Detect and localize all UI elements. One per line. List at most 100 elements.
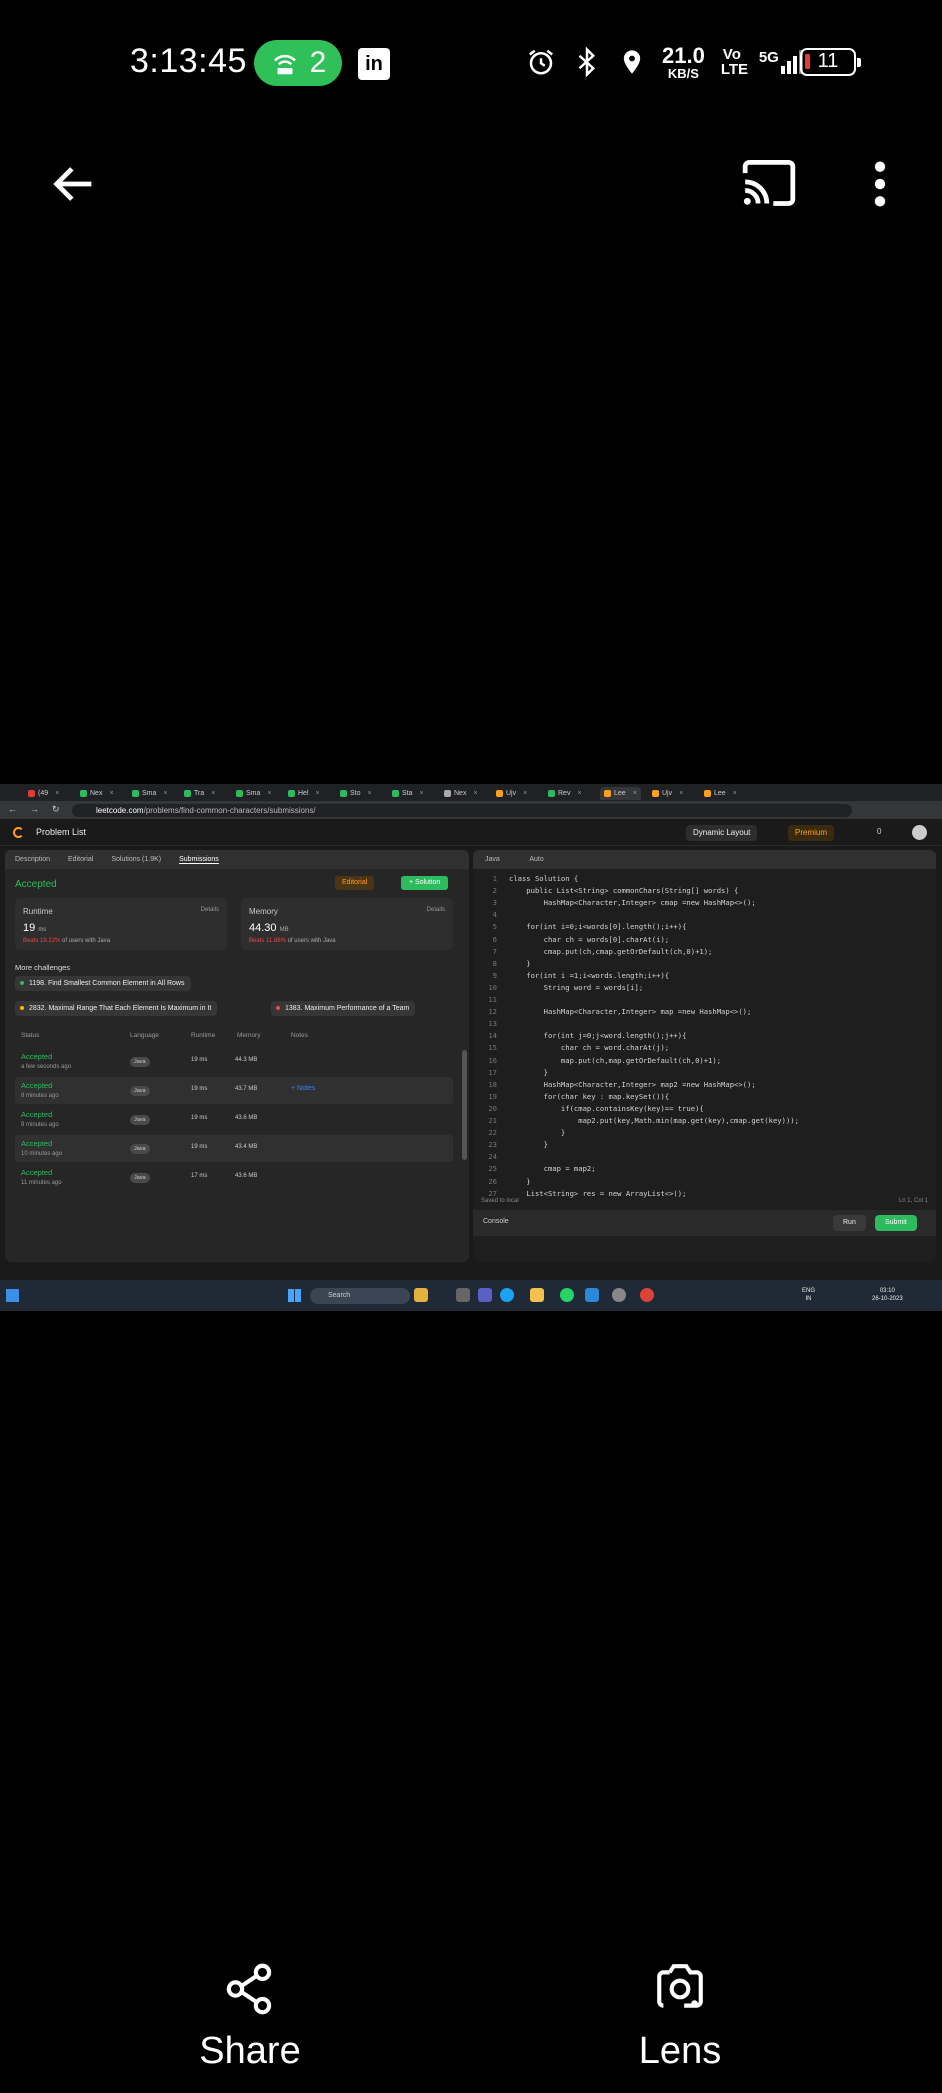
browser-tab-label: Sma (142, 790, 157, 797)
region-code: IN (805, 1295, 812, 1302)
line-number: 9 (492, 970, 497, 980)
taskbar-search-label: Search (328, 1292, 351, 1299)
submission-memory: 43.4 MB (235, 1144, 258, 1150)
hotspot-count: 2 (309, 46, 327, 79)
code-line: cmap = map2; (509, 1164, 596, 1174)
code-line: map.put(ch,map.getOrDefault(ch,0)+1); (509, 1055, 722, 1065)
share-label: Share (199, 2030, 301, 2072)
dynamic-layout-button: Dynamic Layout (686, 825, 758, 841)
line-number: 26 (488, 1176, 497, 1186)
code-line: HashMap<Character,Integer> map2 =new Has… (509, 1079, 756, 1089)
code-line: class Solution { (509, 874, 579, 883)
browser-tab: Hel × (288, 787, 320, 800)
line-number: 5 (492, 922, 497, 932)
teams-icon (478, 1288, 492, 1302)
line-number: 19 (488, 1091, 497, 1101)
line-number: 20 (488, 1103, 497, 1113)
code-line: for(int j=0;j<word.length();j++){ (509, 1031, 687, 1041)
browser-tab: Tra × (184, 787, 215, 800)
col-language: Language (130, 1032, 159, 1039)
code-line: if(cmap.containsKey(key)== true){ (509, 1103, 704, 1113)
browser-tab: Sma × (236, 787, 272, 800)
whatsapp-icon (560, 1288, 574, 1302)
browser-tab: Nex × (80, 787, 114, 800)
network-type-label: 5G (758, 49, 779, 66)
tab-favicon-icon (392, 790, 399, 797)
submission-memory: 43.6 MB (235, 1115, 258, 1121)
more-challenges-title: More challenges (15, 963, 71, 972)
tab-close-icon: × (577, 790, 582, 797)
share-button[interactable]: Share (190, 1962, 310, 2072)
line-number: 16 (488, 1055, 497, 1065)
tab-favicon-icon (132, 790, 139, 797)
language-select: Java (485, 856, 500, 863)
browser-tab-label: Sta (402, 790, 413, 797)
tab-solutions: Solutions (1.9K) (111, 856, 162, 863)
line-number: 8 (492, 958, 497, 968)
memory-card: Memory Details 44.30 MB Beats 11.88% of … (241, 898, 453, 950)
network-speed-unit: KB/S (667, 65, 699, 81)
submission-time: 9 minutes ago (21, 1122, 59, 1128)
submission-memory: 43.6 MB (235, 1173, 258, 1179)
clock: 3:13:45 (130, 42, 247, 80)
tab-close-icon: × (109, 790, 114, 797)
taskbar-date: 26-10-2023 (872, 1295, 903, 1302)
memory-value: 44.30 (249, 922, 277, 934)
line-number: 13 (488, 1019, 497, 1029)
back-button[interactable] (48, 158, 100, 210)
memory-title: Memory (249, 907, 278, 916)
line-number: 25 (488, 1164, 497, 1174)
tab-close-icon: × (163, 790, 168, 797)
line-number: 18 (488, 1079, 497, 1089)
browser-tab-label: Ujv (506, 790, 517, 797)
back-arrow-icon (53, 167, 92, 201)
code-line: cmap.put(ch,cmap.getOrDefault(ch,0)+1); (509, 946, 713, 956)
scrollbar (462, 1050, 467, 1160)
leetcode-logo-icon (13, 827, 24, 838)
streak-count: 0 (877, 827, 882, 836)
code-line: } (509, 958, 531, 968)
hotspot-indicator[interactable]: 2 (254, 40, 342, 86)
app-icon (585, 1288, 599, 1302)
saved-status: Saved to local (481, 1198, 519, 1204)
runtime-beats-suffix: of users with Java (62, 938, 111, 944)
submission-language: Java (130, 1144, 150, 1154)
submission-status: Accepted (21, 1168, 53, 1177)
code-line: HashMap<Character,Integer> map =new Hash… (509, 1007, 752, 1017)
taskbar-app-icon (414, 1288, 428, 1302)
lens-button[interactable]: Lens (620, 1962, 740, 2072)
tab-favicon-icon (444, 790, 451, 797)
submission-time: a few seconds ago (21, 1064, 72, 1070)
submission-runtime: 19 ms (191, 1057, 208, 1063)
console-bar: Console Run Submit (473, 1210, 936, 1236)
runtime-value: 19 (23, 922, 36, 934)
line-number: 15 (488, 1043, 497, 1053)
code-line: public List<String> commonChars(String[]… (509, 886, 739, 896)
submission-row: Accepted 9 minutes ago Java 19 ms 43.6 MB (15, 1106, 453, 1133)
problem-tabs: Description Editorial Solutions (1.9K) S… (5, 850, 469, 869)
widgets-icon (6, 1289, 19, 1302)
problem-list-link: Problem List (36, 827, 87, 837)
browser-toolbar: ← → ↻ leetcode.com/problems/find-common-… (0, 801, 942, 819)
more-options-button[interactable] (860, 158, 900, 210)
memory-beats: Beats 11.88% (249, 938, 286, 944)
col-runtime: Runtime (191, 1032, 216, 1039)
submission-language: Java (130, 1057, 150, 1067)
autocomplete-mode: Auto (529, 856, 544, 863)
browser-tab-label: Tra (194, 790, 205, 797)
memory-beats-suffix: of users with Java (287, 938, 336, 944)
tab-favicon-icon (652, 790, 659, 797)
edge-icon (500, 1288, 514, 1302)
chrome-icon (640, 1288, 654, 1302)
lens-icon (657, 1964, 703, 2008)
submission-language: Java (130, 1173, 150, 1183)
submission-status: Accepted (21, 1081, 53, 1090)
line-number: 22 (488, 1128, 497, 1138)
laptop-screenshot[interactable]: (49 × Nex × Sma × Tra × Sma × Hel × Sto × Sta × Nex × Ujv ×… (0, 784, 942, 1311)
cast-button[interactable] (738, 158, 800, 210)
runtime-title: Runtime (23, 907, 53, 916)
submission-time: 11 minutes ago (21, 1180, 62, 1186)
bluetooth-icon (578, 47, 596, 77)
line-number: 10 (488, 982, 497, 992)
browser-back-icon: ← (8, 804, 17, 814)
